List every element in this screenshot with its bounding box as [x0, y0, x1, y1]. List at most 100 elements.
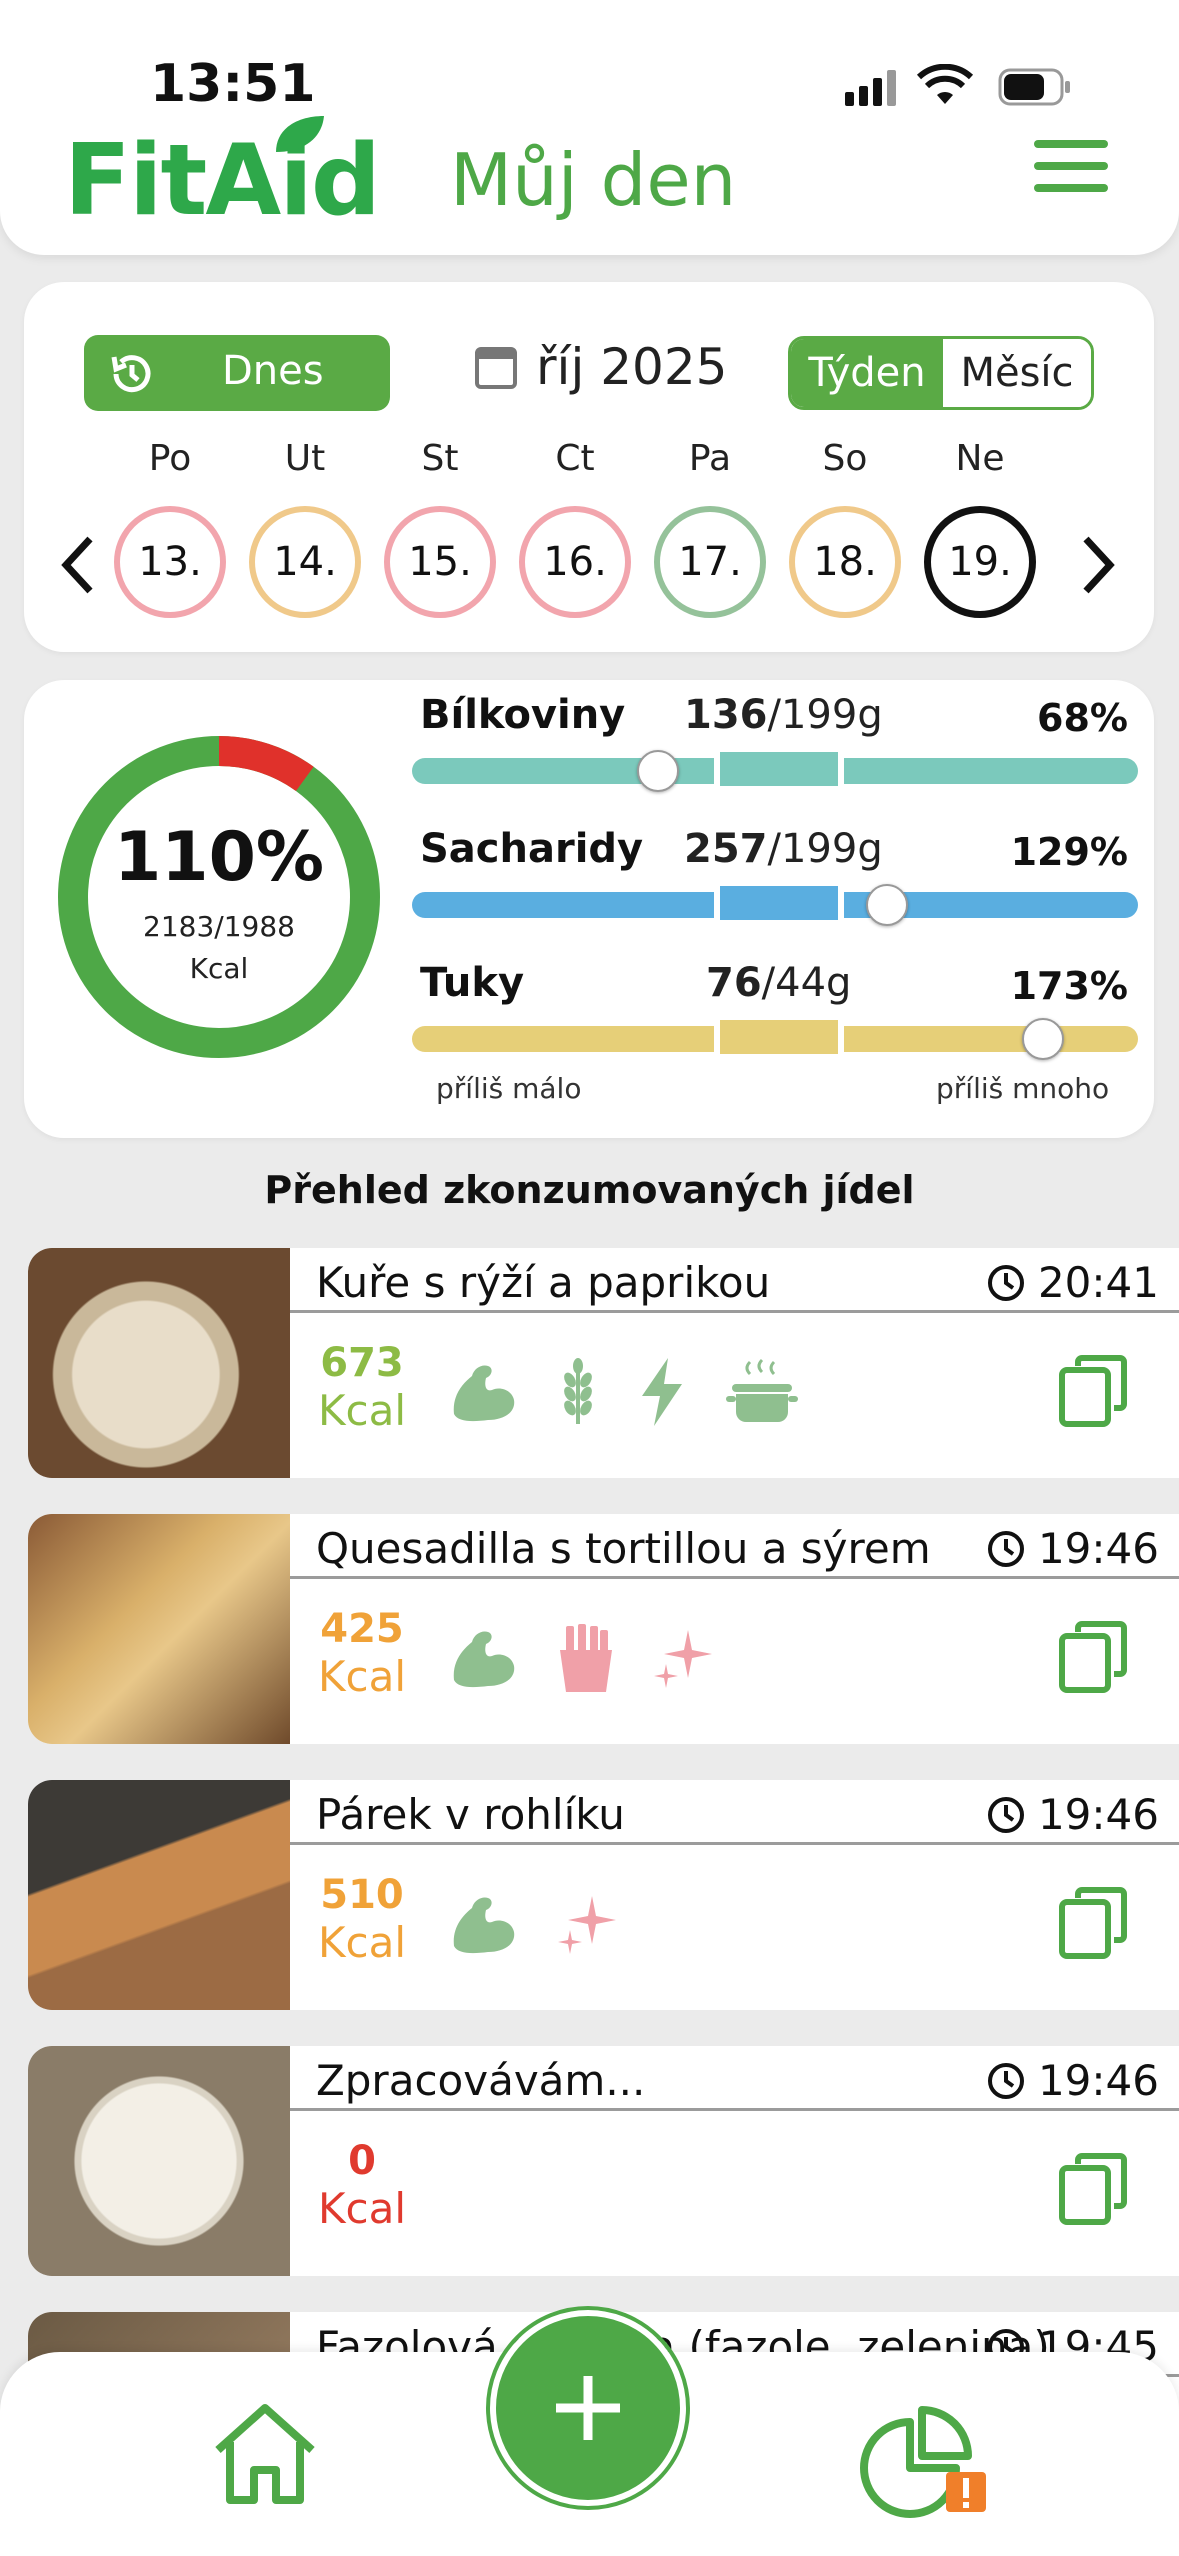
month-label: říj 2025 [536, 338, 728, 396]
month-toggle[interactable]: Měsíc [943, 339, 1091, 407]
stats-icon[interactable] [858, 2400, 988, 2524]
meal-kcal-unit: Kcal [317, 1386, 407, 1435]
meal-tags [448, 1622, 716, 1698]
meal-photo [28, 1780, 290, 2010]
calorie-unit: Kcal [189, 952, 249, 985]
day-button[interactable]: 13. [114, 506, 226, 618]
meal-kcal-unit: Kcal [317, 1918, 407, 1967]
status-time: 13:51 [150, 54, 316, 114]
copy-icon[interactable] [1058, 1620, 1128, 1694]
day-name: Ne [955, 438, 1005, 479]
today-label: Dnes [222, 348, 324, 394]
meal-photo [28, 1248, 290, 1478]
grain-icon [556, 1356, 600, 1432]
logo-leaf-icon [272, 112, 328, 160]
meals-title: Přehled zkonzumovaných jídel [264, 1168, 915, 1212]
copy-icon[interactable] [1058, 1886, 1128, 1960]
clock-icon [987, 2062, 1024, 2099]
meal-name: Quesadilla s tortillou a sýrem [316, 1524, 931, 1573]
history-icon [106, 349, 156, 409]
macro-bar-segment [720, 886, 838, 920]
meal-divider [290, 1576, 1179, 1579]
macro-goal: /199g [767, 692, 883, 738]
menu-icon[interactable] [1034, 140, 1108, 196]
copy-icon[interactable] [1058, 2152, 1128, 2226]
meal-tags [448, 1356, 800, 1432]
meal-kcal: 425 Kcal [290, 1606, 434, 1701]
meal-time: 20:41 [986, 1258, 1159, 1307]
meal-photo [28, 2046, 290, 2276]
day-name: Ut [284, 438, 326, 479]
macro-bar-segment [720, 1020, 838, 1054]
day-button[interactable]: 18. [789, 506, 901, 618]
meal-card[interactable]: Zpracovávám... 19:46 0 Kcal [28, 2046, 1179, 2276]
macro-percent: 68% [1037, 696, 1128, 740]
home-icon[interactable] [210, 2400, 320, 2512]
day-button[interactable]: 16. [519, 506, 631, 618]
muscle-icon [448, 1888, 520, 1964]
hint-too-high: příliš mnoho [936, 1072, 1110, 1105]
copy-icon[interactable] [1058, 1354, 1128, 1428]
meal-card[interactable]: Párek v rohlíku 19:46 510 Kcal [28, 1780, 1179, 2010]
meal-divider [290, 1310, 1179, 1313]
month-picker[interactable]: říj 2025 [474, 338, 727, 396]
meal-time: 19:46 [986, 2056, 1159, 2105]
calorie-values: 2183/1988 [143, 910, 295, 943]
today-button[interactable]: Dnes [84, 335, 390, 411]
day-button[interactable]: 15. [384, 506, 496, 618]
meal-time: 19:46 [986, 1524, 1159, 1573]
meal-time-value: 19:46 [1037, 1524, 1159, 1573]
day-name: Pa [688, 438, 732, 479]
clock-icon [987, 1264, 1024, 1301]
day-name: Po [148, 438, 192, 479]
status-icons [840, 63, 1080, 108]
macro-level-knob [1021, 1018, 1064, 1060]
macro-bar-segment [412, 1026, 714, 1052]
macro-bar [412, 752, 1138, 786]
day-name: So [822, 438, 868, 479]
meal-time-value: 19:46 [1037, 1790, 1159, 1839]
meal-kcal: 510 Kcal [290, 1872, 434, 1967]
view-toggle: Týden Měsíc [788, 336, 1094, 410]
add-meal-button[interactable] [486, 2306, 690, 2510]
macro-name: Bílkoviny [420, 692, 626, 738]
app-logo: FitAid [64, 124, 381, 238]
day-button[interactable]: 19. [924, 506, 1036, 618]
sparkle-icon [556, 1892, 620, 1960]
macro-goal: /199g [767, 826, 883, 872]
pot-icon [724, 1356, 800, 1432]
calorie-ring [54, 732, 384, 1062]
calendar-icon [475, 347, 517, 389]
prev-week-arrow[interactable] [58, 530, 98, 612]
sparkle-icon [652, 1626, 716, 1694]
meal-time-value: 20:41 [1037, 1258, 1159, 1307]
macro-value: 257/199g [684, 826, 883, 872]
meal-divider [290, 2108, 1179, 2111]
meal-kcal-unit: Kcal [317, 1652, 407, 1701]
day-button[interactable]: 17. [654, 506, 766, 618]
macro-percent: 129% [1010, 830, 1128, 874]
fries-icon [556, 1622, 616, 1698]
next-week-arrow[interactable] [1078, 530, 1118, 612]
macro-bar-segment [412, 892, 714, 918]
macro-value: 136/199g [684, 692, 883, 738]
macro-bar-segment [844, 758, 1138, 784]
meal-name: Kuře s rýží a paprikou [316, 1258, 771, 1307]
meal-card[interactable]: Kuře s rýží a paprikou 20:41 673 Kcal [28, 1248, 1179, 1478]
plus-icon [556, 2376, 620, 2440]
macro-eaten: 257 [684, 826, 768, 872]
energy-icon [636, 1356, 688, 1432]
meal-kcal: 0 Kcal [290, 2138, 434, 2233]
week-toggle[interactable]: Týden [791, 339, 943, 407]
clock-icon [987, 1530, 1024, 1567]
meal-tags [448, 1888, 620, 1964]
meal-kcal-value: 673 [320, 1340, 404, 1386]
macro-eaten: 76 [706, 960, 762, 1006]
meal-kcal-value: 510 [320, 1872, 404, 1918]
day-button[interactable]: 14. [249, 506, 361, 618]
meal-card[interactable]: Quesadilla s tortillou a sýrem 19:46 425… [28, 1514, 1179, 1744]
macro-goal: /44g [761, 960, 852, 1006]
macro-eaten: 136 [684, 692, 768, 738]
muscle-icon [448, 1356, 520, 1432]
meal-photo [28, 1514, 290, 1744]
